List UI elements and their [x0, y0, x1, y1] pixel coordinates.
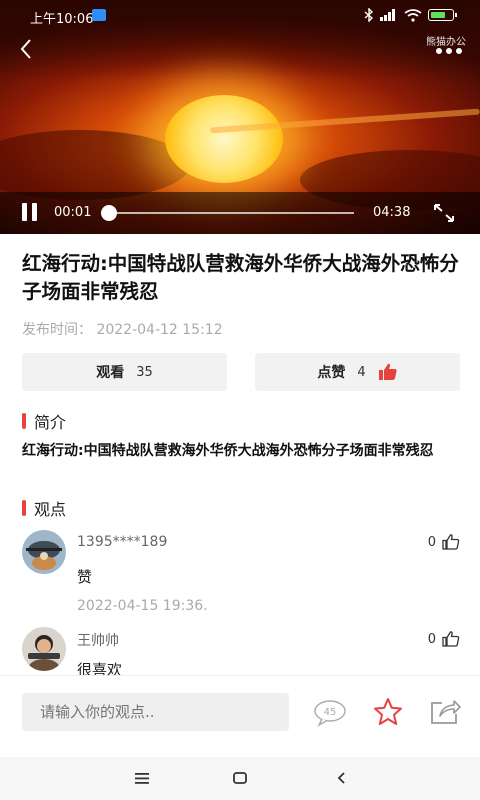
current-time: 00:01 [54, 205, 92, 220]
video-player[interactable]: 上午10:06 熊猫办公 00:01 04:38 [0, 0, 480, 234]
share-icon [431, 700, 461, 724]
signal-icon [380, 9, 395, 21]
comment-bubble-icon: 45 [314, 700, 346, 727]
status-time: 上午10:06 [30, 12, 94, 27]
intro-text: 红海行动:中国特战队营救海外华侨大战海外恐怖分子场面非常残忍 [22, 443, 434, 459]
comment-bar: 45 [0, 675, 480, 757]
publish-time: 2022-04-12 15:12 [96, 322, 223, 338]
comment-count: 45 [324, 707, 337, 718]
notification-icon [92, 9, 106, 21]
comment-like-button[interactable]: 0 [428, 534, 460, 550]
views-button[interactable]: 观看 35 [22, 353, 227, 391]
wifi-icon [404, 8, 422, 22]
comment-item: 1395****189 0 赞 2022-04-15 19:36. [22, 530, 462, 620]
pause-icon[interactable] [20, 203, 40, 223]
thumbs-up-filled-icon [378, 363, 397, 380]
back-icon[interactable] [14, 36, 40, 62]
section-marker [22, 500, 26, 516]
likes-label: 点赞 [317, 365, 346, 381]
views-count: 35 [136, 364, 153, 380]
comment-date: 2022-04-15 19:36. [77, 598, 208, 614]
star-icon [374, 698, 402, 725]
views-label: 观看 [96, 365, 125, 381]
section-marker [22, 413, 26, 429]
like-button[interactable]: 点赞 4 [255, 353, 460, 391]
thumbs-up-icon [442, 534, 460, 550]
article-title: 红海行动:中国特战队营救海外华侨大战海外恐怖分子场面非常残忍 [22, 252, 459, 303]
system-nav-bar [0, 757, 480, 800]
avatar[interactable] [22, 530, 66, 574]
comment-like-count: 0 [427, 631, 436, 647]
likes-count: 4 [357, 364, 366, 380]
video-frame-cloud [0, 130, 190, 200]
comment-like-button[interactable]: 0 [428, 631, 460, 647]
publish-label: 发布时间： [22, 322, 92, 338]
comments-heading-label: 观点 [34, 500, 67, 519]
back-nav-icon[interactable] [332, 769, 352, 787]
bluetooth-icon [364, 8, 374, 22]
comment-body: 赞 [77, 568, 93, 586]
favorite-button[interactable] [371, 697, 405, 727]
comment-item: 王帅帅 0 很喜欢 [22, 627, 462, 675]
total-time: 04:38 [373, 205, 411, 220]
video-watermark: 熊猫办公 [426, 37, 466, 48]
battery-icon [428, 9, 457, 21]
comment-like-count: 0 [427, 534, 436, 550]
fullscreen-icon[interactable] [432, 202, 456, 224]
home-icon[interactable] [230, 769, 250, 787]
progress-track[interactable] [108, 212, 354, 214]
video-controls: 00:01 04:38 [0, 192, 480, 234]
menu-icon[interactable] [132, 769, 152, 787]
thumbs-up-icon [442, 631, 460, 647]
status-bar: 上午10:06 [0, 0, 480, 30]
video-frame-sun [165, 95, 283, 183]
comment-body: 很喜欢 [77, 661, 123, 675]
comment-input[interactable] [22, 693, 289, 731]
status-icons [364, 8, 457, 22]
publish-info: 发布时间： 2022-04-12 15:12 [22, 319, 223, 339]
intro-heading: 简介 [22, 409, 66, 433]
intro-heading-label: 简介 [34, 413, 67, 432]
share-button[interactable] [428, 697, 462, 727]
more-options-icon[interactable] [436, 48, 462, 54]
comment-username: 王帅帅 [77, 633, 119, 649]
progress-handle[interactable] [100, 205, 117, 221]
avatar[interactable] [22, 627, 66, 671]
comments-heading: 观点 [22, 496, 66, 520]
comments-count-button[interactable]: 45 [313, 697, 347, 727]
comment-username: 1395****189 [77, 534, 168, 550]
